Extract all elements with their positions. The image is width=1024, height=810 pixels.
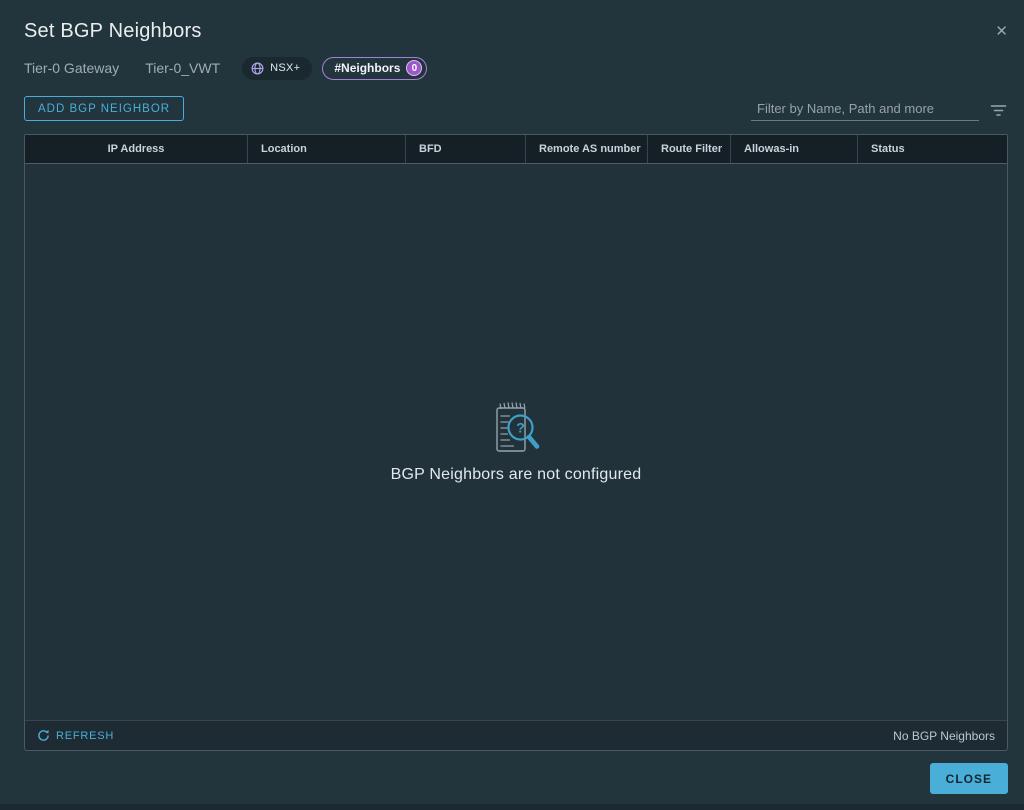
refresh-icon	[37, 729, 50, 742]
bgp-neighbors-table: IP Address Location BFD Remote AS number…	[24, 134, 1008, 751]
table-header-row: IP Address Location BFD Remote AS number…	[25, 135, 1007, 164]
add-bgp-neighbor-button[interactable]: ADD BGP NEIGHBOR	[24, 96, 185, 121]
neighbors-count-badge: 0	[406, 60, 423, 76]
table-footer: REFRESH No BGP Neighbors	[25, 720, 1007, 750]
close-icon[interactable]: ✕	[995, 24, 1008, 39]
column-header-status[interactable]: Status	[857, 135, 1007, 163]
empty-state-notepad-search-icon: ?	[487, 400, 545, 456]
dialog-header: Set BGP Neighbors ✕	[0, 0, 1024, 43]
close-button[interactable]: CLOSE	[929, 763, 1008, 794]
column-header-allowas-in[interactable]: Allowas-in	[730, 135, 857, 163]
nsx-badge-label: NSX+	[270, 62, 301, 74]
column-header-remote-as-number[interactable]: Remote AS number	[525, 135, 647, 163]
dialog-bottom-edge	[0, 804, 1024, 810]
refresh-label: REFRESH	[56, 729, 115, 742]
filter-icon[interactable]	[989, 104, 1008, 121]
table-empty-state: ? BGP Neighbors are not configured	[25, 164, 1007, 720]
gateway-type-label: Tier-0 Gateway	[24, 60, 120, 76]
filter-area	[751, 99, 1008, 121]
empty-state-message: BGP Neighbors are not configured	[390, 466, 642, 483]
grid-toolbar: ADD BGP NEIGHBOR	[0, 95, 1024, 121]
filter-input[interactable]	[751, 99, 979, 121]
column-header-bfd[interactable]: BFD	[405, 135, 525, 163]
dialog-title: Set BGP Neighbors	[24, 20, 202, 42]
table-count-label: No BGP Neighbors	[893, 728, 995, 743]
column-header-route-filter[interactable]: Route Filter	[647, 135, 730, 163]
gateway-info-row: Tier-0 Gateway Tier-0_VWT NSX+ #Neighbor…	[0, 56, 1024, 80]
neighbors-count-pill[interactable]: #Neighbors 0	[322, 56, 428, 80]
set-bgp-neighbors-dialog: Set BGP Neighbors ✕ Tier-0 Gateway Tier-…	[0, 0, 1024, 810]
column-header-location[interactable]: Location	[247, 135, 405, 163]
column-header-ip-address[interactable]: IP Address	[25, 135, 247, 163]
neighbors-pill-label: #Neighbors	[334, 61, 401, 75]
globe-icon	[251, 62, 264, 75]
gateway-name-label: Tier-0_VWT	[145, 60, 221, 76]
svg-text:?: ?	[516, 420, 525, 436]
nsx-plus-badge: NSX+	[242, 56, 313, 80]
refresh-button[interactable]: REFRESH	[37, 729, 114, 742]
dialog-actions: CLOSE	[929, 763, 1008, 794]
